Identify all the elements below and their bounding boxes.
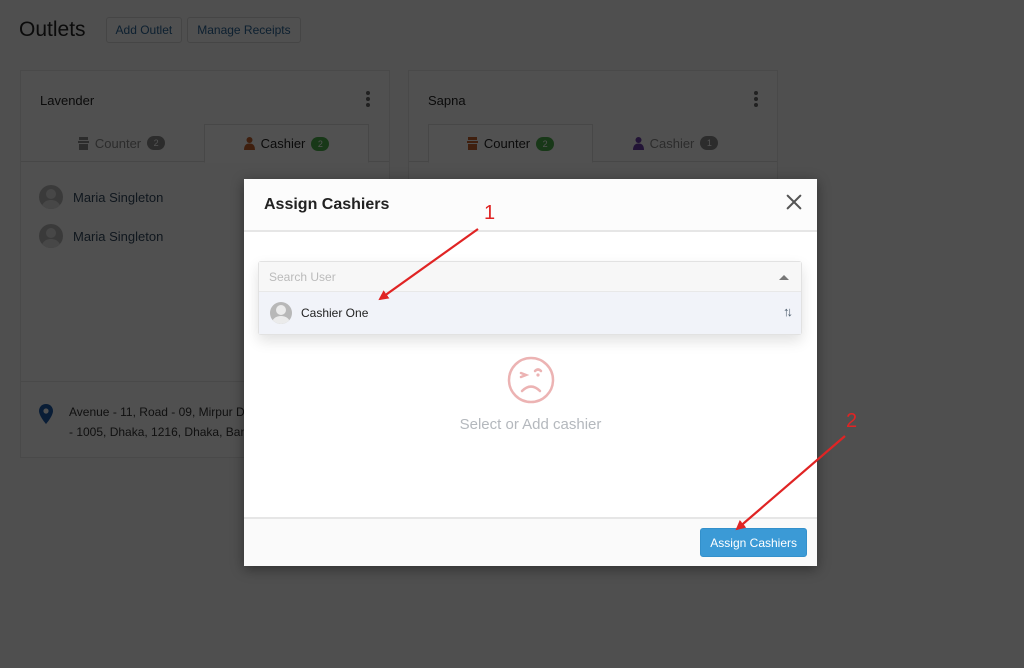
search-user-input[interactable] <box>259 262 801 292</box>
caret-up-icon[interactable] <box>779 275 789 280</box>
assign-cashiers-button[interactable]: Assign Cashiers <box>700 528 807 557</box>
modal-title: Assign Cashiers <box>264 196 390 213</box>
modal-header: Assign Cashiers <box>244 179 817 232</box>
sad-face-icon <box>507 356 555 404</box>
sort-arrows-icon: ↑↓ <box>783 304 793 319</box>
close-icon[interactable] <box>785 193 803 211</box>
user-select: Cashier One ↑↓ <box>258 261 802 335</box>
option-label: Cashier One <box>301 306 369 320</box>
modal-body: Cashier One ↑↓ Select or Add cashier <box>244 232 817 517</box>
avatar <box>270 302 292 324</box>
modal-footer: Assign Cashiers <box>244 517 817 566</box>
empty-state-text: Select or Add cashier <box>459 416 602 433</box>
user-option[interactable]: Cashier One ↑↓ <box>259 292 801 334</box>
empty-state: Select or Add cashier <box>244 356 817 433</box>
assign-cashiers-modal: Assign Cashiers Cashier One ↑↓ <box>244 179 817 566</box>
